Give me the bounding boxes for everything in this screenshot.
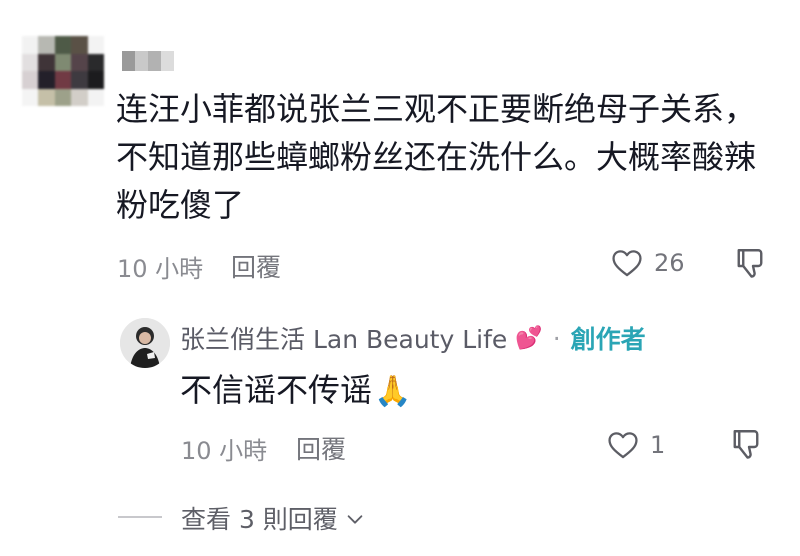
reply-text-body: 不信谣不传谣 <box>180 371 373 409</box>
reply-author-line: 张兰俏生活 Lan Beauty Life 💕 · 創作者 <box>180 320 646 356</box>
reply-text: 不信谣不传谣🙏 <box>180 366 411 416</box>
commenter-name[interactable] <box>122 51 174 71</box>
like-count: 26 <box>654 249 685 277</box>
reply-like-count: 1 <box>650 431 666 459</box>
chevron-down-icon <box>344 507 366 529</box>
folded-hands-icon: 🙏 <box>374 374 412 409</box>
view-replies-label: 查看 3 則回覆 <box>181 505 338 534</box>
creator-badge: 創作者 <box>570 325 646 354</box>
comment-text: 连汪小菲都说张兰三观不正要断绝母子关系，不知道那些蟑螂粉丝还在洗什么。大概率酸辣… <box>116 90 757 224</box>
reply-author-name[interactable]: 张兰俏生活 Lan Beauty Life <box>180 320 507 356</box>
reply-reply-button[interactable]: 回覆 <box>296 430 346 466</box>
view-replies-divider <box>118 516 162 518</box>
reply-time: 10 小時 <box>181 437 268 465</box>
thumbs-down-outline-icon[interactable] <box>732 245 768 281</box>
reply-button[interactable]: 回覆 <box>231 248 281 284</box>
view-replies-button[interactable]: 查看 3 則回覆 <box>181 500 366 536</box>
comment-time: 10 小時 <box>117 255 204 283</box>
separator-dot: · <box>552 323 561 353</box>
commenter-avatar[interactable] <box>22 36 104 106</box>
two-hearts-icon: 💕 <box>515 325 543 351</box>
heart-outline-icon[interactable] <box>606 428 640 462</box>
thumbs-down-outline-icon[interactable] <box>728 426 764 462</box>
author-avatar[interactable] <box>120 318 170 368</box>
heart-outline-icon[interactable] <box>610 246 644 280</box>
